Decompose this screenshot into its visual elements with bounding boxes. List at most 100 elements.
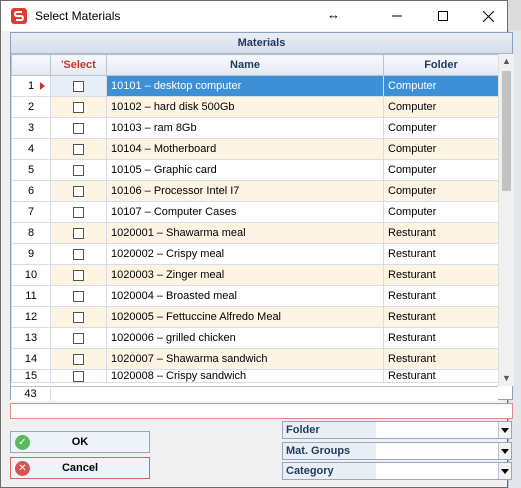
folder-cell[interactable]: Resturant [383, 222, 498, 244]
folder-cell[interactable]: Computer [383, 96, 498, 118]
folder-cell[interactable]: Resturant [383, 369, 498, 383]
material-name-cell[interactable]: 10107 – Computer Cases [106, 201, 384, 223]
select-checkbox[interactable] [73, 164, 84, 176]
select-checkbox[interactable] [73, 332, 84, 344]
maximize-button[interactable] [420, 1, 466, 31]
name-column-header[interactable]: Name [106, 54, 384, 76]
close-button[interactable] [465, 1, 511, 31]
chevron-down-icon[interactable] [498, 422, 511, 438]
folder-filter[interactable]: Folder [282, 421, 512, 439]
material-name-cell[interactable]: 10103 – ram 8Gb [106, 117, 384, 139]
table-row[interactable]: 8 1020001 – Shawarma meal Resturant [11, 222, 498, 244]
mat-groups-filter-value[interactable] [376, 443, 498, 459]
select-checkbox[interactable] [73, 311, 84, 323]
material-name-cell[interactable]: 1020004 – Broasted meal [106, 285, 384, 307]
app-logo-icon [11, 8, 27, 24]
check-icon: ✓ [15, 434, 30, 450]
mat-groups-filter[interactable]: Mat. Groups [282, 442, 512, 460]
row-number: 2 [11, 96, 51, 118]
select-checkbox[interactable] [73, 370, 84, 382]
select-checkbox[interactable] [73, 101, 84, 113]
select-checkbox[interactable] [73, 227, 84, 239]
material-name-cell[interactable]: 10106 – Processor Intel I7 [106, 180, 384, 202]
table-row[interactable]: 4 10104 – Motherboard Computer [11, 138, 498, 160]
folder-cell[interactable]: Resturant [383, 264, 498, 286]
mat-groups-filter-label: Mat. Groups [283, 443, 376, 459]
material-name-cell[interactable]: 1020003 – Zinger meal [106, 264, 384, 286]
folder-column-header[interactable]: Folder [383, 54, 498, 76]
grid-caption: Materials [11, 33, 512, 54]
folder-cell[interactable]: Computer [383, 180, 498, 202]
row-number: 13 [11, 327, 51, 349]
material-name-cell[interactable]: 1020001 – Shawarma meal [106, 222, 384, 244]
material-name-cell[interactable]: 10104 – Motherboard [106, 138, 384, 160]
title-bar[interactable]: Select Materials ↔ [1, 1, 507, 31]
select-cell [50, 243, 107, 265]
row-number: 7 [11, 201, 51, 223]
window-title: Select Materials [35, 9, 121, 23]
folder-cell[interactable]: Computer [383, 201, 498, 223]
chevron-down-icon[interactable] [498, 443, 511, 459]
select-cell [50, 75, 107, 97]
table-row[interactable]: 12 1020005 – Fettuccine Alfredo Meal Restu… [11, 306, 498, 328]
material-name-cell[interactable]: 10102 – hard disk 500Gb [106, 96, 384, 118]
table-row[interactable]: 15 1020008 – Crispy sandwich Resturant [11, 369, 498, 383]
table-row[interactable]: 2 10102 – hard disk 500Gb Computer [11, 96, 498, 118]
folder-cell[interactable]: Computer [383, 117, 498, 139]
folder-cell[interactable]: Resturant [383, 327, 498, 349]
select-cell [50, 96, 107, 118]
folder-cell[interactable]: Resturant [383, 285, 498, 307]
material-name-cell[interactable]: 1020007 – Shawarma sandwich [106, 348, 384, 370]
folder-cell[interactable]: Resturant [383, 243, 498, 265]
scroll-up-icon[interactable]: ▲ [499, 54, 514, 69]
select-checkbox[interactable] [73, 143, 84, 155]
select-column-header[interactable]: 'Select [50, 54, 107, 76]
cancel-button[interactable]: ✕ Cancel [10, 457, 150, 479]
select-checkbox[interactable] [73, 206, 84, 218]
folder-cell[interactable]: Computer [383, 75, 498, 97]
table-row[interactable]: 10 1020003 – Zinger meal Resturant [11, 264, 498, 286]
folder-cell[interactable]: Computer [383, 138, 498, 160]
category-filter-value[interactable] [376, 463, 498, 479]
table-row[interactable]: 3 10103 – ram 8Gb Computer [11, 117, 498, 139]
minimize-button[interactable] [374, 1, 420, 31]
scroll-down-icon[interactable]: ▼ [499, 371, 514, 386]
material-name-cell[interactable]: 10105 – Graphic card [106, 159, 384, 181]
select-checkbox[interactable] [73, 122, 84, 134]
table-row[interactable]: 13 1020006 – grilled chicken Resturant [11, 327, 498, 349]
select-checkbox[interactable] [73, 269, 84, 281]
select-checkbox[interactable] [73, 80, 84, 92]
table-row[interactable]: 14 1020007 – Shawarma sandwich Resturant [11, 348, 498, 370]
select-materials-dialog: Select Materials ↔ Materials 'Select Nam… [0, 0, 514, 488]
material-name-cell[interactable]: 1020005 – Fettuccine Alfredo Meal [106, 306, 384, 328]
folder-cell[interactable]: Resturant [383, 306, 498, 328]
chevron-down-icon[interactable] [498, 463, 511, 479]
select-checkbox[interactable] [73, 185, 84, 197]
select-cell [50, 180, 107, 202]
material-name-cell[interactable]: 1020002 – Crispy meal [106, 243, 384, 265]
vertical-scrollbar[interactable]: ▲ ▼ [498, 54, 514, 386]
ok-button[interactable]: ✓ OK [10, 431, 150, 453]
select-checkbox[interactable] [73, 353, 84, 365]
category-filter[interactable]: Category [282, 462, 512, 480]
materials-table: 'Select Name Folder 1 10101 – desktop com… [11, 54, 498, 383]
table-row[interactable]: 7 10107 – Computer Cases Computer [11, 201, 498, 223]
scroll-thumb[interactable] [502, 71, 511, 191]
select-cell [50, 306, 107, 328]
material-name-cell[interactable]: 1020008 – Crispy sandwich [106, 369, 384, 383]
table-row[interactable]: 6 10106 – Processor Intel I7 Computer [11, 180, 498, 202]
row-number: 9 [11, 243, 51, 265]
folder-cell[interactable]: Resturant [383, 348, 498, 370]
table-row[interactable]: 1 10101 – desktop computer Computer [11, 75, 498, 97]
folder-filter-value[interactable] [376, 422, 498, 438]
search-input[interactable] [10, 403, 513, 419]
material-name-cell[interactable]: 1020006 – grilled chicken [106, 327, 384, 349]
table-row[interactable]: 5 10105 – Graphic card Computer [11, 159, 498, 181]
folder-cell[interactable]: Computer [383, 159, 498, 181]
table-row[interactable]: 9 1020002 – Crispy meal Resturant [11, 243, 498, 265]
select-cell [50, 222, 107, 244]
table-row[interactable]: 11 1020004 – Broasted meal Resturant [11, 285, 498, 307]
select-checkbox[interactable] [73, 290, 84, 302]
material-name-cell[interactable]: 10101 – desktop computer [106, 75, 384, 97]
select-checkbox[interactable] [73, 248, 84, 260]
